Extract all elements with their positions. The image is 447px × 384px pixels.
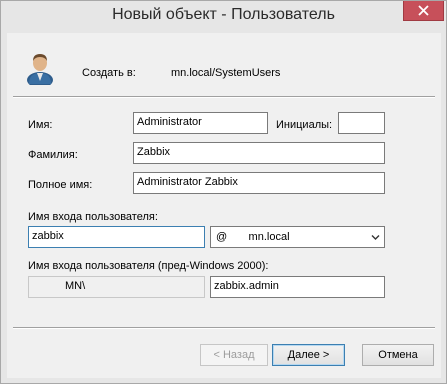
close-icon <box>418 5 429 16</box>
dialog-window: Новый объект - Пользователь Создать в: m… <box>0 0 447 384</box>
domain-select-value: @ mn.local <box>216 231 290 243</box>
last-name-label: Фамилия: <box>28 149 78 161</box>
pre2000-domain-field: MN\ <box>28 276 205 298</box>
create-in-label: Создать в: <box>82 67 136 79</box>
next-button[interactable]: Далее > <box>272 344 345 366</box>
full-name-field[interactable]: Administrator Zabbix <box>133 172 385 194</box>
back-button[interactable]: < Назад <box>200 344 268 366</box>
create-in-path: mn.local/SystemUsers <box>171 67 281 79</box>
pre2000-logon-field[interactable]: zabbix.admin <box>210 276 385 298</box>
initials-label: Инициалы: <box>276 119 333 131</box>
first-name-label: Имя: <box>28 119 53 131</box>
dialog-client-area: Создать в: mn.local/SystemUsers Имя: Adm… <box>7 33 441 378</box>
chevron-down-icon <box>371 235 380 240</box>
cancel-button[interactable]: Отмена <box>362 344 434 366</box>
close-button[interactable] <box>403 1 444 21</box>
divider-bottom <box>13 327 435 329</box>
window-title: Новый объект - Пользователь <box>112 6 335 23</box>
last-name-field[interactable]: Zabbix <box>133 142 385 164</box>
logon-name-field[interactable]: zabbix <box>28 226 205 248</box>
logon-name-label: Имя входа пользователя: <box>28 211 158 223</box>
domain-select[interactable]: @ mn.local <box>210 226 385 248</box>
title-bar: Новый объект - Пользователь <box>1 1 446 33</box>
pre2000-label: Имя входа пользователя (пред-Windows 200… <box>28 260 269 272</box>
divider-top <box>13 96 435 98</box>
user-icon <box>27 54 53 85</box>
first-name-field[interactable]: Administrator <box>133 112 268 134</box>
initials-field[interactable] <box>338 112 385 134</box>
full-name-label: Полное имя: <box>28 179 93 191</box>
